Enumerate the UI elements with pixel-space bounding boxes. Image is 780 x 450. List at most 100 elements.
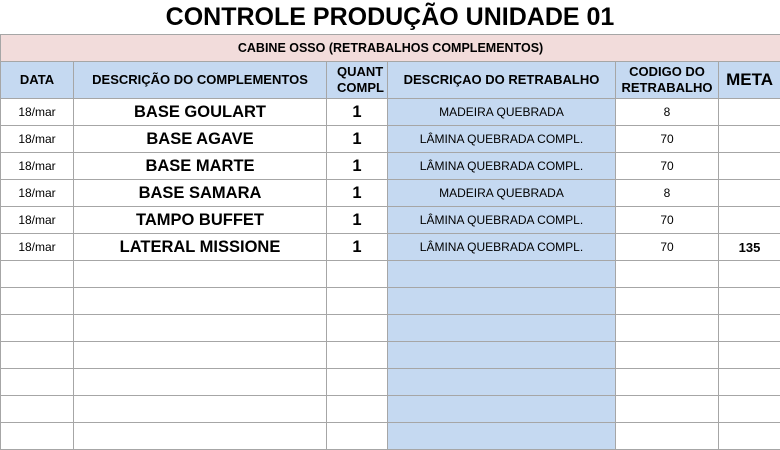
table-row: 18/marBASE MARTE1LÂMINA QUEBRADA COMPL.7… — [1, 153, 780, 180]
table-row — [1, 342, 780, 369]
cell-descricao-complemento[interactable] — [74, 396, 327, 423]
cell-data[interactable]: 18/mar — [1, 126, 74, 153]
table-row — [1, 315, 780, 342]
col-header-descricao-retrabalho[interactable]: DESCRIÇAO DO RETRABALHO — [388, 62, 616, 99]
cell-data[interactable] — [1, 288, 74, 315]
cell-descricao-retrabalho[interactable] — [388, 369, 616, 396]
cell-data[interactable] — [1, 315, 74, 342]
cell-data[interactable] — [1, 396, 74, 423]
cell-meta[interactable] — [719, 180, 780, 207]
table-row — [1, 396, 780, 423]
cell-descricao-retrabalho[interactable] — [388, 396, 616, 423]
cell-codigo-retrabalho[interactable]: 8 — [616, 99, 719, 126]
table-row: 18/marBASE GOULART1MADEIRA QUEBRADA8 — [1, 99, 780, 126]
cell-quant-compl[interactable] — [327, 396, 388, 423]
col-header-meta[interactable]: META — [719, 62, 780, 99]
cell-quant-compl[interactable] — [327, 288, 388, 315]
cell-quant-compl[interactable]: 1 — [327, 207, 388, 234]
cell-data[interactable] — [1, 261, 74, 288]
cell-meta[interactable] — [719, 126, 780, 153]
cell-descricao-retrabalho[interactable] — [388, 342, 616, 369]
cell-descricao-complemento[interactable]: BASE SAMARA — [74, 180, 327, 207]
cell-data[interactable]: 18/mar — [1, 207, 74, 234]
cell-descricao-retrabalho[interactable]: MADEIRA QUEBRADA — [388, 99, 616, 126]
cell-meta[interactable] — [719, 153, 780, 180]
cell-descricao-complemento[interactable] — [74, 288, 327, 315]
cell-data[interactable]: 18/mar — [1, 234, 74, 261]
table-row — [1, 423, 780, 450]
cell-meta[interactable] — [719, 207, 780, 234]
cell-codigo-retrabalho[interactable] — [616, 342, 719, 369]
cell-quant-compl[interactable] — [327, 342, 388, 369]
cell-quant-compl[interactable]: 1 — [327, 126, 388, 153]
cell-codigo-retrabalho[interactable]: 70 — [616, 153, 719, 180]
cell-meta[interactable] — [719, 396, 780, 423]
cell-codigo-retrabalho[interactable] — [616, 315, 719, 342]
table-row: 18/marBASE AGAVE1LÂMINA QUEBRADA COMPL.7… — [1, 126, 780, 153]
cell-codigo-retrabalho[interactable] — [616, 423, 719, 450]
cell-quant-compl[interactable] — [327, 423, 388, 450]
cell-meta[interactable]: 135 — [719, 234, 780, 261]
table-row: 18/marBASE SAMARA1MADEIRA QUEBRADA8 — [1, 180, 780, 207]
cell-codigo-retrabalho[interactable]: 8 — [616, 180, 719, 207]
cell-codigo-retrabalho[interactable] — [616, 261, 719, 288]
cell-descricao-complemento[interactable] — [74, 369, 327, 396]
cell-meta[interactable] — [719, 342, 780, 369]
cell-data[interactable]: 18/mar — [1, 99, 74, 126]
cell-descricao-retrabalho[interactable] — [388, 423, 616, 450]
col-header-quant-compl[interactable]: QUANT COMPL — [327, 62, 388, 99]
cell-descricao-complemento[interactable] — [74, 261, 327, 288]
cell-data[interactable]: 18/mar — [1, 153, 74, 180]
cell-codigo-retrabalho[interactable]: 70 — [616, 126, 719, 153]
cell-meta[interactable] — [719, 315, 780, 342]
cell-descricao-complemento[interactable]: TAMPO BUFFET — [74, 207, 327, 234]
cell-data[interactable] — [1, 369, 74, 396]
cell-codigo-retrabalho[interactable] — [616, 288, 719, 315]
cell-descricao-retrabalho[interactable] — [388, 315, 616, 342]
cell-quant-compl[interactable] — [327, 261, 388, 288]
cell-codigo-retrabalho[interactable]: 70 — [616, 207, 719, 234]
cell-descricao-complemento[interactable]: BASE MARTE — [74, 153, 327, 180]
cell-codigo-retrabalho[interactable] — [616, 396, 719, 423]
cell-quant-compl[interactable] — [327, 369, 388, 396]
cell-descricao-retrabalho[interactable]: LÂMINA QUEBRADA COMPL. — [388, 153, 616, 180]
cell-meta[interactable] — [719, 288, 780, 315]
sheet-title: CONTROLE PRODUÇÃO UNIDADE 01 — [0, 0, 780, 34]
col-header-descricao-complementos[interactable]: DESCRIÇÃO DO COMPLEMENTOS — [74, 62, 327, 99]
col-header-codigo-retrabalho[interactable]: CODIGO DO RETRABALHO — [616, 62, 719, 99]
cell-quant-compl[interactable]: 1 — [327, 234, 388, 261]
cell-meta[interactable] — [719, 423, 780, 450]
production-table: CABINE OSSO (RETRABALHOS COMPLEMENTOS) D… — [0, 34, 780, 450]
cell-data[interactable] — [1, 342, 74, 369]
cell-quant-compl[interactable]: 1 — [327, 180, 388, 207]
table-row — [1, 369, 780, 396]
table-row: 18/marTAMPO BUFFET1LÂMINA QUEBRADA COMPL… — [1, 207, 780, 234]
cell-quant-compl[interactable] — [327, 315, 388, 342]
cell-descricao-complemento[interactable] — [74, 342, 327, 369]
cell-descricao-retrabalho[interactable]: LÂMINA QUEBRADA COMPL. — [388, 126, 616, 153]
cell-descricao-complemento[interactable] — [74, 315, 327, 342]
cell-descricao-retrabalho[interactable]: MADEIRA QUEBRADA — [388, 180, 616, 207]
cell-descricao-complemento[interactable]: BASE GOULART — [74, 99, 327, 126]
cell-codigo-retrabalho[interactable] — [616, 369, 719, 396]
cell-descricao-retrabalho[interactable]: LÂMINA QUEBRADA COMPL. — [388, 234, 616, 261]
cell-codigo-retrabalho[interactable]: 70 — [616, 234, 719, 261]
cell-descricao-complemento[interactable]: LATERAL MISSIONE — [74, 234, 327, 261]
cell-data[interactable]: 18/mar — [1, 180, 74, 207]
cell-quant-compl[interactable]: 1 — [327, 99, 388, 126]
cell-meta[interactable] — [719, 369, 780, 396]
cell-quant-compl[interactable]: 1 — [327, 153, 388, 180]
cell-meta[interactable] — [719, 99, 780, 126]
cell-meta[interactable] — [719, 261, 780, 288]
table-row: 18/marLATERAL MISSIONE1LÂMINA QUEBRADA C… — [1, 234, 780, 261]
section-subtitle[interactable]: CABINE OSSO (RETRABALHOS COMPLEMENTOS) — [1, 35, 780, 62]
col-header-codigo-retrabalho-label: CODIGO DO RETRABALHO — [621, 64, 713, 96]
cell-data[interactable] — [1, 423, 74, 450]
cell-descricao-complemento[interactable] — [74, 423, 327, 450]
cell-descricao-retrabalho[interactable]: LÂMINA QUEBRADA COMPL. — [388, 207, 616, 234]
table-row — [1, 288, 780, 315]
cell-descricao-complemento[interactable]: BASE AGAVE — [74, 126, 327, 153]
cell-descricao-retrabalho[interactable] — [388, 261, 616, 288]
cell-descricao-retrabalho[interactable] — [388, 288, 616, 315]
col-header-data[interactable]: DATA — [1, 62, 74, 99]
